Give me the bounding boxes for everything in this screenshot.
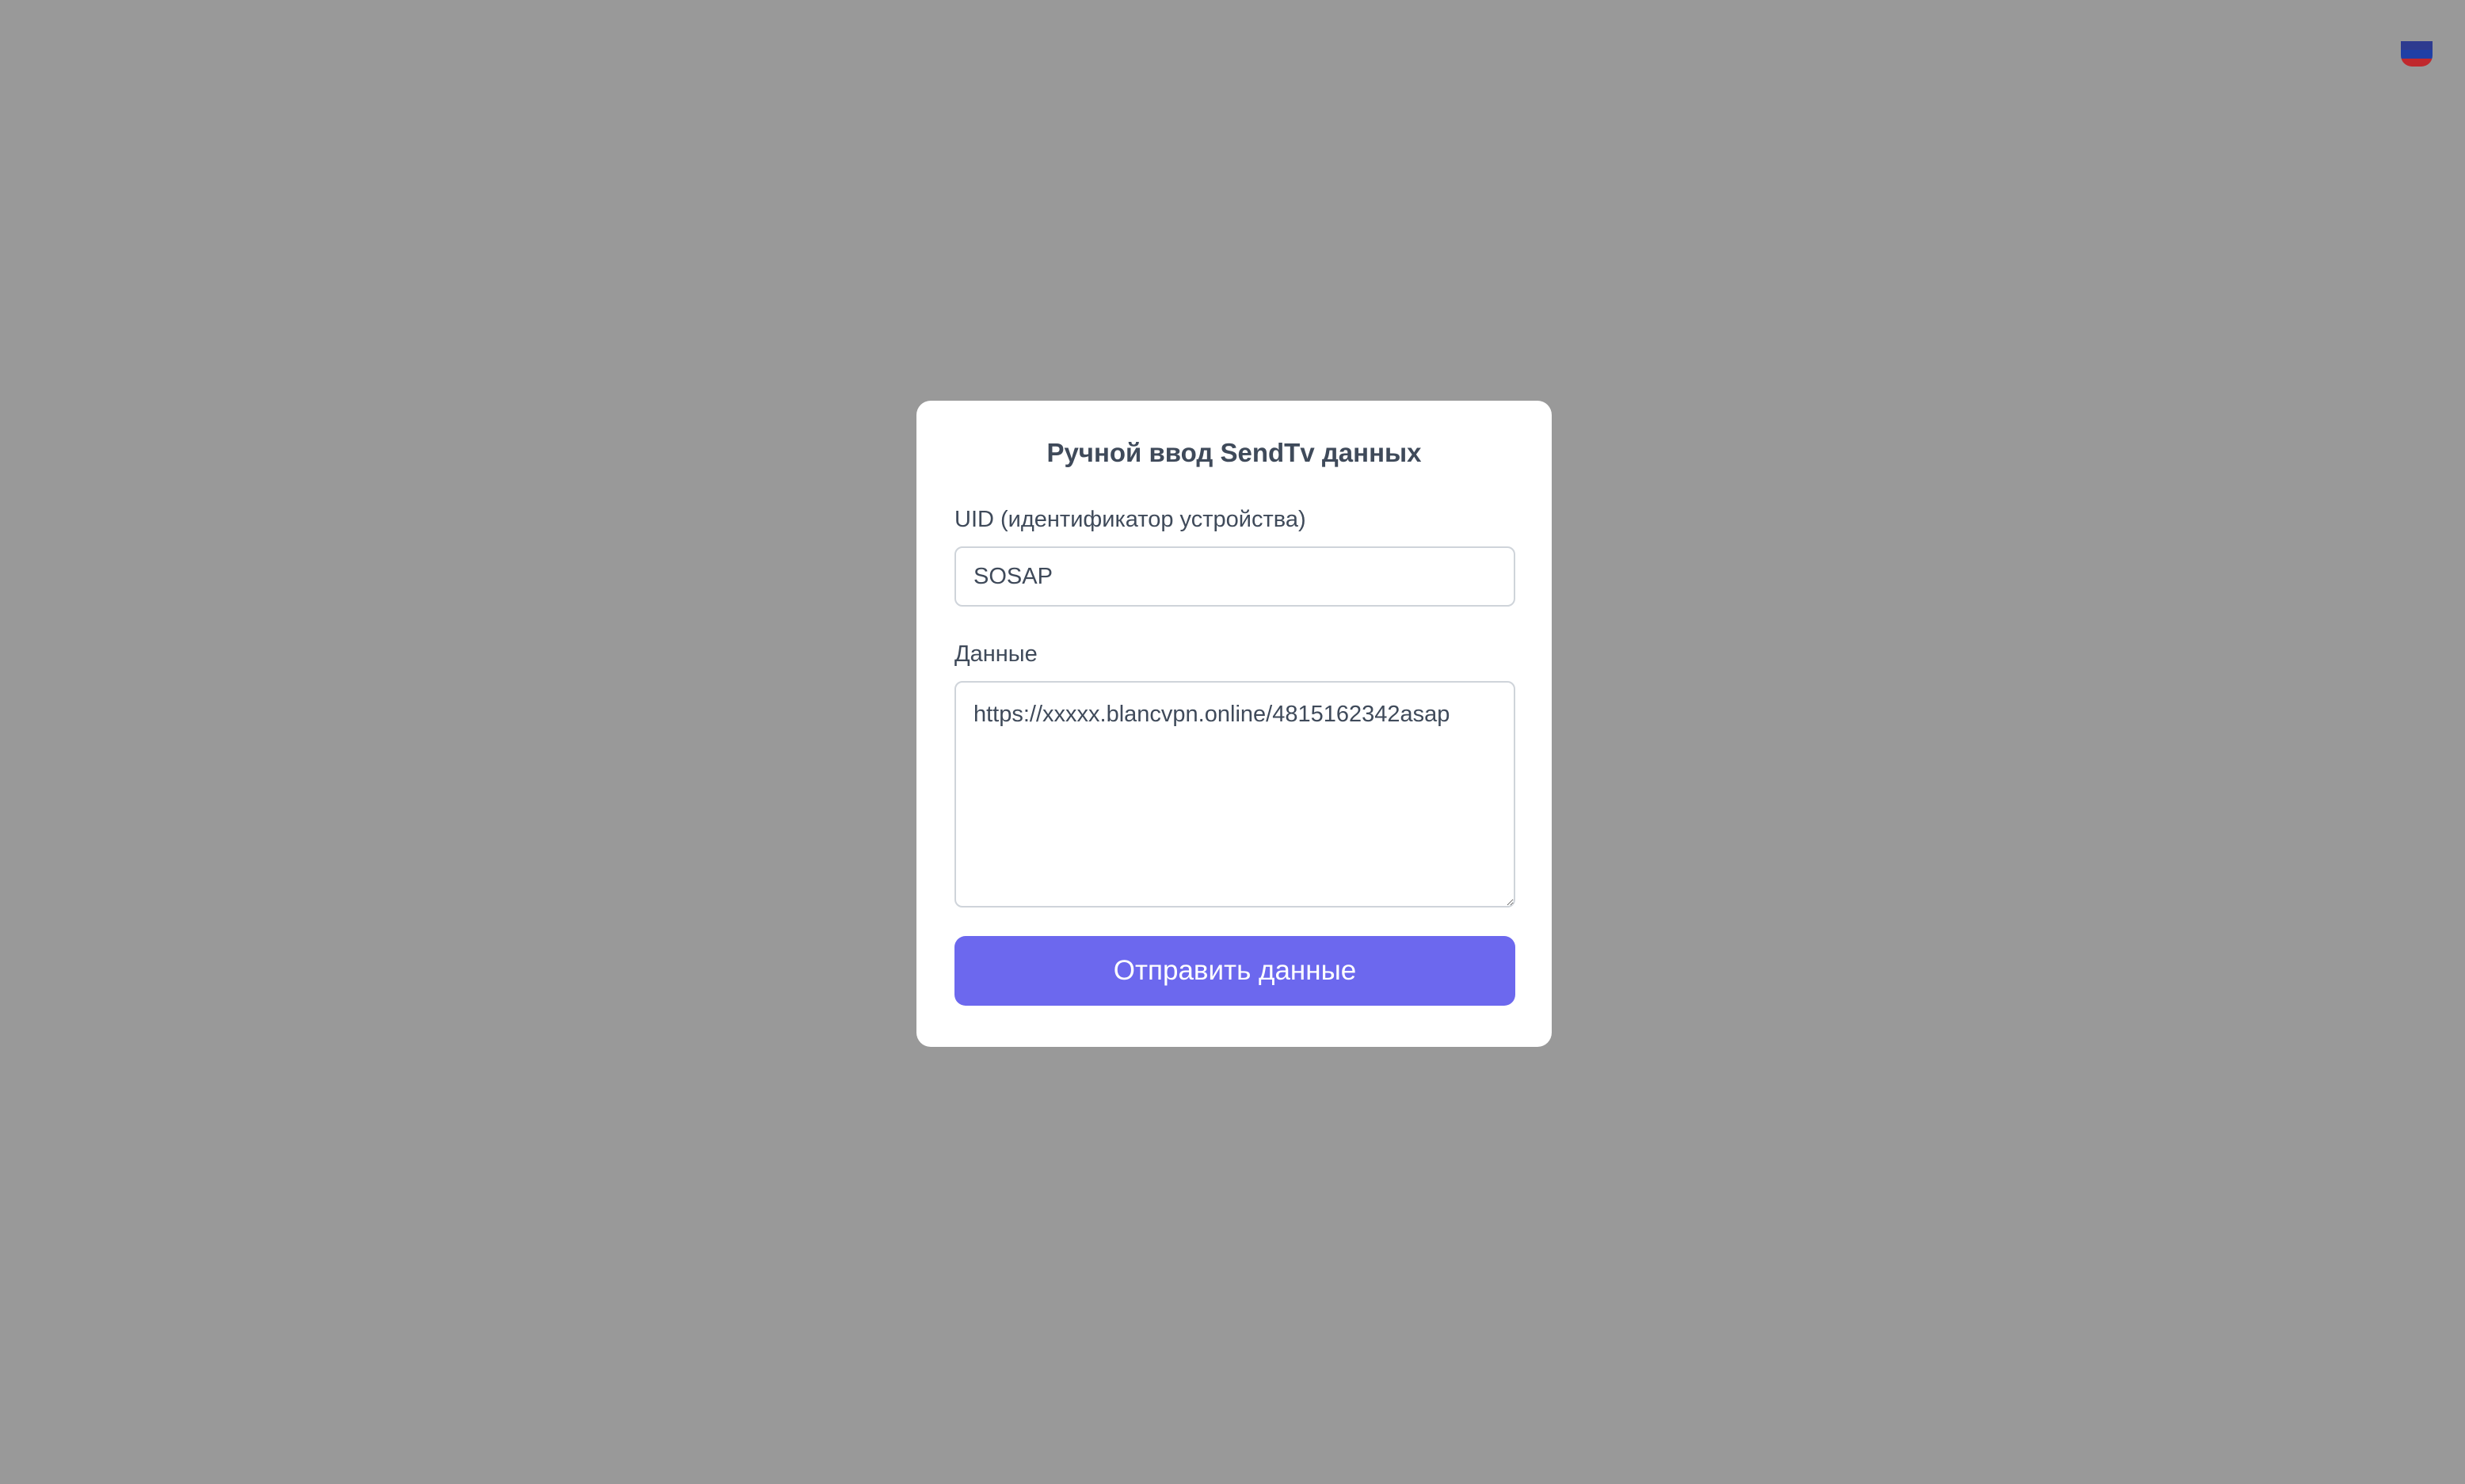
data-label: Данные	[954, 641, 1038, 667]
modal-title: Ручной ввод SendTv данных	[1046, 438, 1422, 467]
uid-label: UID (идентификатор устройства)	[954, 507, 1306, 532]
russia-flag-icon	[2401, 41, 2433, 67]
uid-input[interactable]	[954, 546, 1515, 607]
language-flag-icon[interactable]	[2401, 41, 2433, 67]
submit-data-button[interactable]: Отправить данные	[954, 936, 1515, 1006]
manual-input-modal: Ручной ввод SendTv данных UID (идентифик…	[916, 401, 1552, 1047]
data-textarea[interactable]: https://xxxxx.blancvpn.online/4815162342…	[954, 681, 1515, 908]
